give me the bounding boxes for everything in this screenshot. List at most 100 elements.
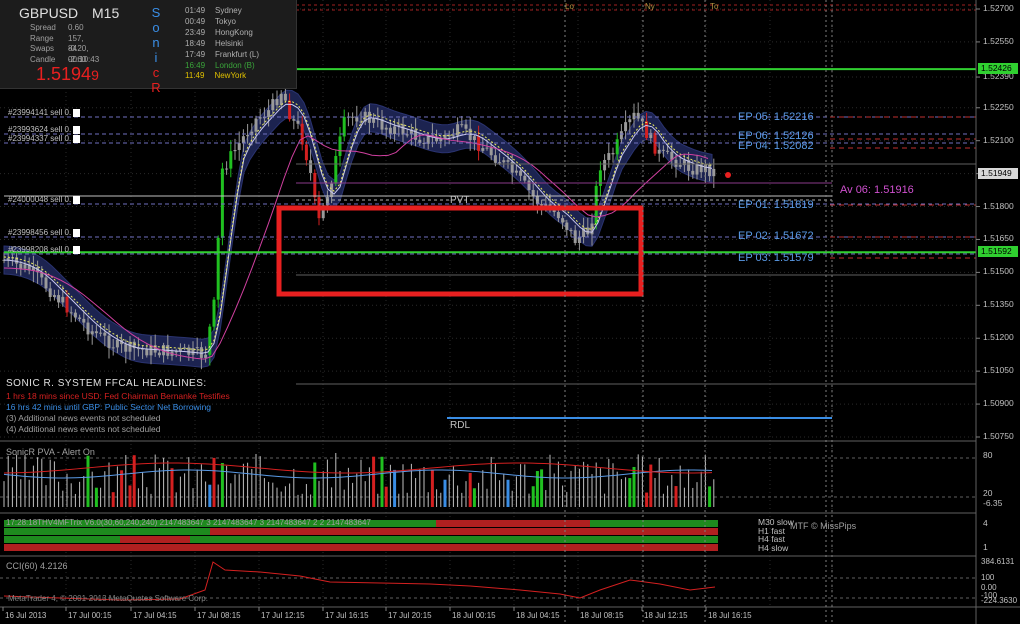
mtf-axis-label: 1	[983, 542, 988, 552]
candle-body	[334, 155, 338, 184]
candle-body	[472, 136, 476, 141]
candle-body	[577, 237, 581, 244]
time-tick-label: 17 Jul 16:15	[325, 611, 369, 620]
candle-body	[598, 170, 602, 186]
candle-body	[246, 135, 250, 137]
candle-body	[506, 160, 510, 162]
mtf-axis-label: 4	[983, 518, 988, 528]
candle-body	[313, 172, 317, 198]
candle-body	[699, 163, 703, 173]
candle-body	[61, 296, 65, 303]
candle-body	[611, 153, 615, 155]
candle-body	[628, 119, 632, 123]
candle-body	[99, 332, 103, 334]
candle-body	[145, 349, 149, 356]
mtf-title: 17:28:18THV4MFTrix V6.0(30,60,240,240) 2…	[6, 518, 371, 527]
candle-body	[90, 331, 94, 335]
order-marker	[73, 125, 81, 134]
price-tick-label: 1.51050	[983, 365, 1014, 376]
pva-line	[3, 462, 713, 474]
headline-line: (4) Additional news events not scheduled	[6, 424, 161, 434]
pva-panel	[0, 453, 976, 507]
time-tick-label: 16 Jul 2013	[5, 611, 47, 620]
candle-body	[615, 139, 619, 155]
candle-body	[691, 170, 695, 175]
mtf-segment	[4, 528, 210, 535]
candle-body	[23, 264, 27, 269]
candle-body	[157, 352, 161, 356]
candle-body	[460, 124, 464, 126]
candle-body	[439, 139, 443, 142]
copyright-text: MetaTrader 4, © 2001-2013 MetaQuotes Sof…	[8, 594, 208, 603]
candle-body	[124, 344, 128, 352]
candle-body	[485, 147, 489, 149]
candle-body	[250, 131, 254, 136]
candle-body	[220, 168, 224, 238]
candle-body	[384, 127, 388, 130]
candle-body	[401, 124, 405, 135]
headline-line: 16 hrs 42 mins until GBP: Public Sector …	[6, 402, 212, 412]
session-name: NewYork	[214, 71, 247, 81]
order-marker	[73, 228, 81, 237]
candle-body	[237, 143, 241, 150]
session-time: 17:49	[185, 49, 206, 59]
candle-body	[393, 126, 397, 135]
mtf-segment	[120, 536, 190, 543]
candle-body	[44, 277, 48, 289]
candle-body	[351, 116, 355, 118]
candle-body	[405, 134, 409, 136]
candle-body	[498, 162, 502, 164]
session-mark: Lo	[565, 2, 574, 11]
price-tick-label: 1.52550	[983, 35, 1014, 46]
time-tick-label: 17 Jul 04:15	[133, 611, 177, 620]
session-time: 01:49	[185, 6, 206, 15]
symbol-label: GBPUSD	[19, 5, 79, 21]
candle-body	[86, 322, 90, 335]
order-label: #23994337 sell 0.	[8, 134, 81, 143]
candle-body	[712, 168, 716, 177]
candle-body	[115, 339, 119, 348]
candle-body	[569, 229, 573, 231]
info-panel: GBPUSD M15 Spread 0.60 Range 157, 84 Swap…	[0, 0, 297, 95]
pva-title: SonicR PVA - Alert On	[6, 447, 95, 457]
session-time: 18:49	[185, 38, 206, 48]
candle-body	[619, 131, 623, 140]
price-tick-label: 1.50750	[983, 431, 1014, 441]
session-mark: Ny	[645, 2, 655, 11]
candle-body	[73, 312, 77, 318]
time-tick-label: 17 Jul 20:15	[388, 611, 432, 620]
candle-body	[540, 204, 544, 206]
mtf-credit: MTF © MissPips	[790, 521, 857, 531]
candle-body	[267, 110, 271, 118]
candle-body	[565, 222, 569, 230]
sonic-letter: S	[151, 5, 161, 20]
time-tick-label: 18 Jul 08:15	[580, 611, 624, 620]
current-price-box: 1.51949	[978, 167, 1018, 179]
candle-body	[283, 93, 287, 101]
candle-body	[510, 161, 514, 173]
range-row: Range 157, 84	[30, 33, 84, 54]
session-name: Helsinki	[215, 38, 244, 48]
mtf-labels: M30 slow H1 fast H4 fast H4 slow	[758, 518, 794, 552]
time-tick-label: 18 Jul 00:15	[452, 611, 496, 620]
mtf-segment	[210, 528, 436, 535]
price-tick-label: 1.51500	[983, 266, 1014, 277]
sonic-letter: c	[152, 65, 160, 80]
candle-body	[556, 212, 560, 219]
rdl-label: RDL	[450, 420, 471, 431]
order-marker	[73, 108, 81, 117]
session-time: 11:49	[185, 71, 205, 81]
time-tick-label: 18 Jul 04:15	[516, 611, 560, 620]
cci-axis-label: -224.3630	[981, 596, 1018, 605]
mtf-segment	[4, 544, 718, 551]
candle-body	[561, 218, 565, 223]
session-time: 23:49	[185, 27, 206, 37]
session-name: HongKong	[215, 27, 253, 37]
candle-body	[330, 183, 334, 198]
session-name: Frankfurt (L)	[215, 49, 260, 59]
candle-body	[241, 136, 245, 144]
mtf-row-label: H4 slow	[758, 542, 789, 553]
price-tick-label: 1.51350	[983, 299, 1014, 310]
sonic-letter: n	[152, 35, 160, 50]
order-label: #23994141 sell 0.	[8, 108, 81, 117]
